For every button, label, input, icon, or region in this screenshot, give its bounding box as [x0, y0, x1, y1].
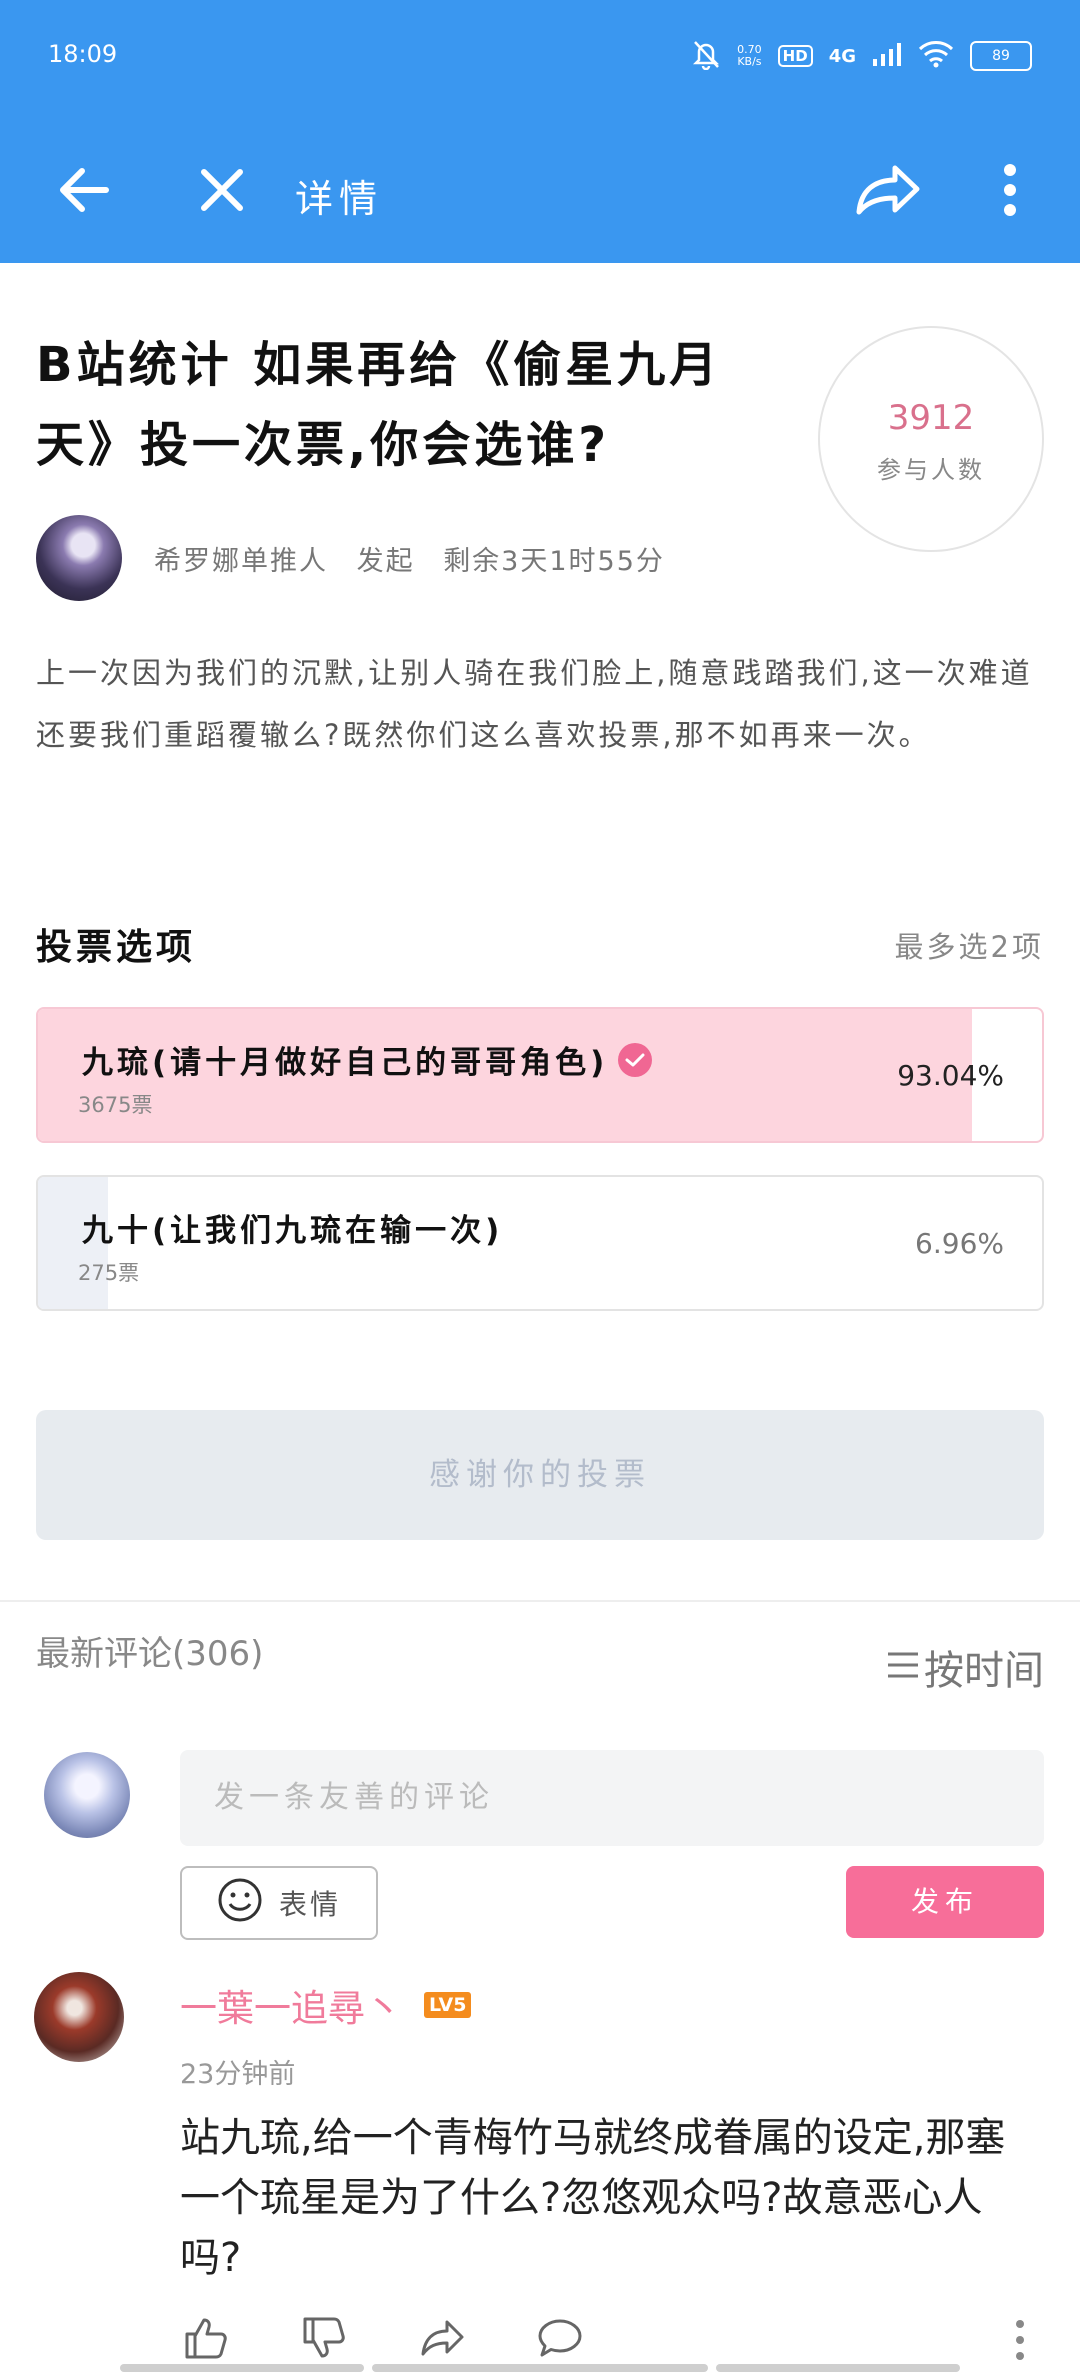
level-badge: LV5 — [424, 1992, 472, 2018]
comment-actions — [180, 2312, 600, 2364]
options-limit: 最多选2项 — [894, 930, 1044, 964]
smiley-icon — [217, 1877, 263, 1930]
time-left: 剩余3天1时55分 — [443, 546, 665, 577]
options-heading: 投票选项 — [36, 927, 197, 968]
thumbs-up-icon[interactable] — [180, 2312, 232, 2364]
status-time: 18:09 — [48, 40, 118, 68]
option-percent: 6.96% — [915, 1227, 1004, 1260]
more-icon[interactable] — [978, 158, 1042, 222]
sort-button[interactable]: 按时间 — [886, 1638, 1044, 1696]
poll-description: 上一次因为我们的沉默,让别人骑在我们脸上,随意践踏我们,这一次难道还要我们重蹈覆… — [36, 656, 1033, 752]
publish-button[interactable]: 发布 — [846, 1866, 1044, 1938]
vote-thanks-button[interactable]: 感谢你的投票 — [36, 1410, 1044, 1540]
author-info: 希罗娜单推人 发起 剩余3天1时55分 — [154, 539, 683, 578]
net-speed-unit: KB/s — [737, 55, 762, 68]
battery-level: 89 — [992, 48, 1010, 64]
hd-badge: HD — [777, 45, 813, 67]
comments-heading: 最新评论(306) — [36, 1634, 264, 1674]
back-arrow-icon[interactable] — [52, 158, 116, 222]
comment-username-text: 一葉一追尋丶 — [180, 1987, 402, 2030]
check-icon — [618, 1042, 653, 1077]
author-row: 希罗娜单推人 发起 剩余3天1时55分 — [36, 515, 736, 601]
option-votes: 275票 — [78, 1261, 140, 1285]
options-header: 投票选项 最多选2项 — [36, 918, 1044, 968]
participants-circle: 3912 参与人数 — [818, 326, 1044, 552]
close-icon[interactable] — [190, 158, 254, 222]
sort-label: 按时间 — [924, 1648, 1044, 1694]
wifi-icon — [918, 40, 954, 72]
participants-count: 3912 — [887, 398, 975, 438]
option-votes: 3675票 — [78, 1093, 153, 1117]
comment-bubble-icon[interactable] — [534, 2312, 586, 2364]
scroll-indicator — [716, 2364, 960, 2372]
net-speed: 0.70 KB/s — [737, 44, 762, 68]
bell-off-icon — [691, 38, 721, 74]
signal-icon — [872, 41, 902, 71]
menu-icon — [886, 1644, 920, 1690]
poll-option[interactable]: 九十(让我们九琉在输一次) 275票 6.96% — [36, 1175, 1044, 1311]
top-nav-bar: 详情 — [0, 118, 1080, 263]
poll-title: B站统计 如果再给《偷星九月天》投一次票,你会选谁? — [36, 337, 722, 473]
comment-avatar[interactable] — [34, 1972, 124, 2062]
option-percent: 93.04% — [897, 1059, 1004, 1092]
share-icon[interactable] — [850, 158, 926, 222]
emoji-label: 表情 — [278, 1888, 341, 1921]
status-icons: 0.70 KB/s HD 4G 89 — [691, 34, 1032, 78]
option-label: 九十(让我们九琉在输一次) — [82, 1205, 503, 1250]
option-label-text: 九琉(请十月做好自己的哥哥角色) — [82, 1045, 609, 1081]
option-label-text: 九十(让我们九琉在输一次) — [82, 1213, 504, 1249]
status-bar: 18:09 0.70 KB/s HD 4G 89 — [0, 0, 1080, 118]
comment-input[interactable]: 发一条友善的评论 — [180, 1750, 1044, 1846]
poll-option[interactable]: 九琉(请十月做好自己的哥哥角色) 3675票 93.04% — [36, 1007, 1044, 1143]
author-action: 发起 — [356, 546, 415, 577]
scroll-indicator — [120, 2364, 364, 2372]
section-divider — [0, 1600, 1080, 1602]
page-title: 详情 — [295, 177, 384, 221]
more-vertical-icon[interactable] — [1008, 2316, 1032, 2366]
comment-time: 23分钟前 — [180, 2059, 296, 2090]
participants-label: 参与人数 — [877, 456, 985, 484]
scroll-indicator — [372, 2364, 708, 2372]
avatar[interactable] — [36, 515, 122, 601]
author-name[interactable]: 希罗娜单推人 — [154, 546, 328, 577]
comment-username[interactable]: 一葉一追尋丶 LV5 — [180, 1978, 472, 2032]
option-label: 九琉(请十月做好自己的哥哥角色) — [82, 1037, 653, 1082]
comments-header: 最新评论(306) 按时间 — [36, 1626, 1044, 1696]
comment-text: 站九琉,给一个青梅竹马就终成眷属的设定,那塞一个琉星是为了什么?忽悠观众吗?故意… — [180, 2115, 1006, 2281]
emoji-button[interactable]: 表情 — [180, 1866, 378, 1940]
network-type: 4G — [828, 45, 856, 67]
battery-icon: 89 — [970, 41, 1032, 71]
share-icon[interactable] — [416, 2312, 468, 2364]
thumbs-down-icon[interactable] — [298, 2312, 350, 2364]
my-avatar — [44, 1752, 130, 1838]
